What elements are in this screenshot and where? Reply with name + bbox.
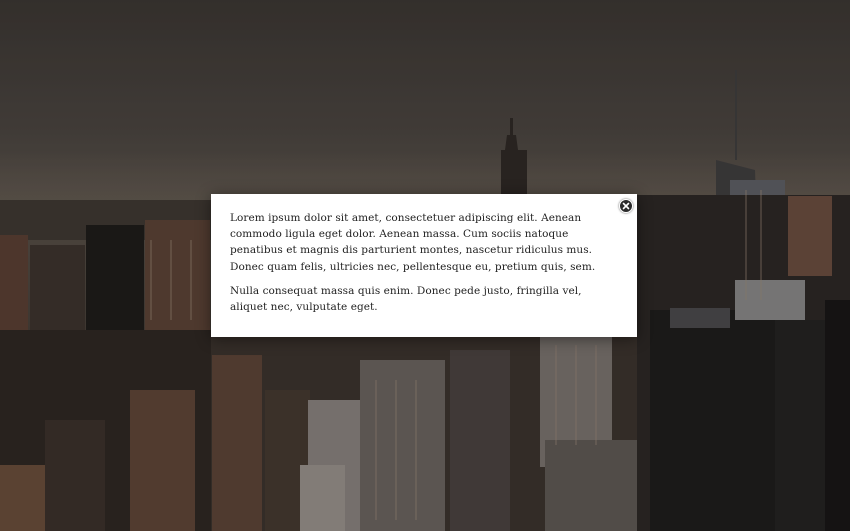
- lightbox-page: Lorem ipsum dolor sit amet, consectetuer…: [0, 0, 850, 531]
- close-button[interactable]: [619, 199, 633, 213]
- modal-paragraph-1: Lorem ipsum dolor sit amet, consectetuer…: [230, 212, 596, 273]
- close-icon: [622, 202, 629, 209]
- lightbox-modal: Lorem ipsum dolor sit amet, consectetuer…: [211, 194, 637, 337]
- modal-paragraph-2: Nulla consequat massa quis enim. Donec p…: [230, 284, 582, 314]
